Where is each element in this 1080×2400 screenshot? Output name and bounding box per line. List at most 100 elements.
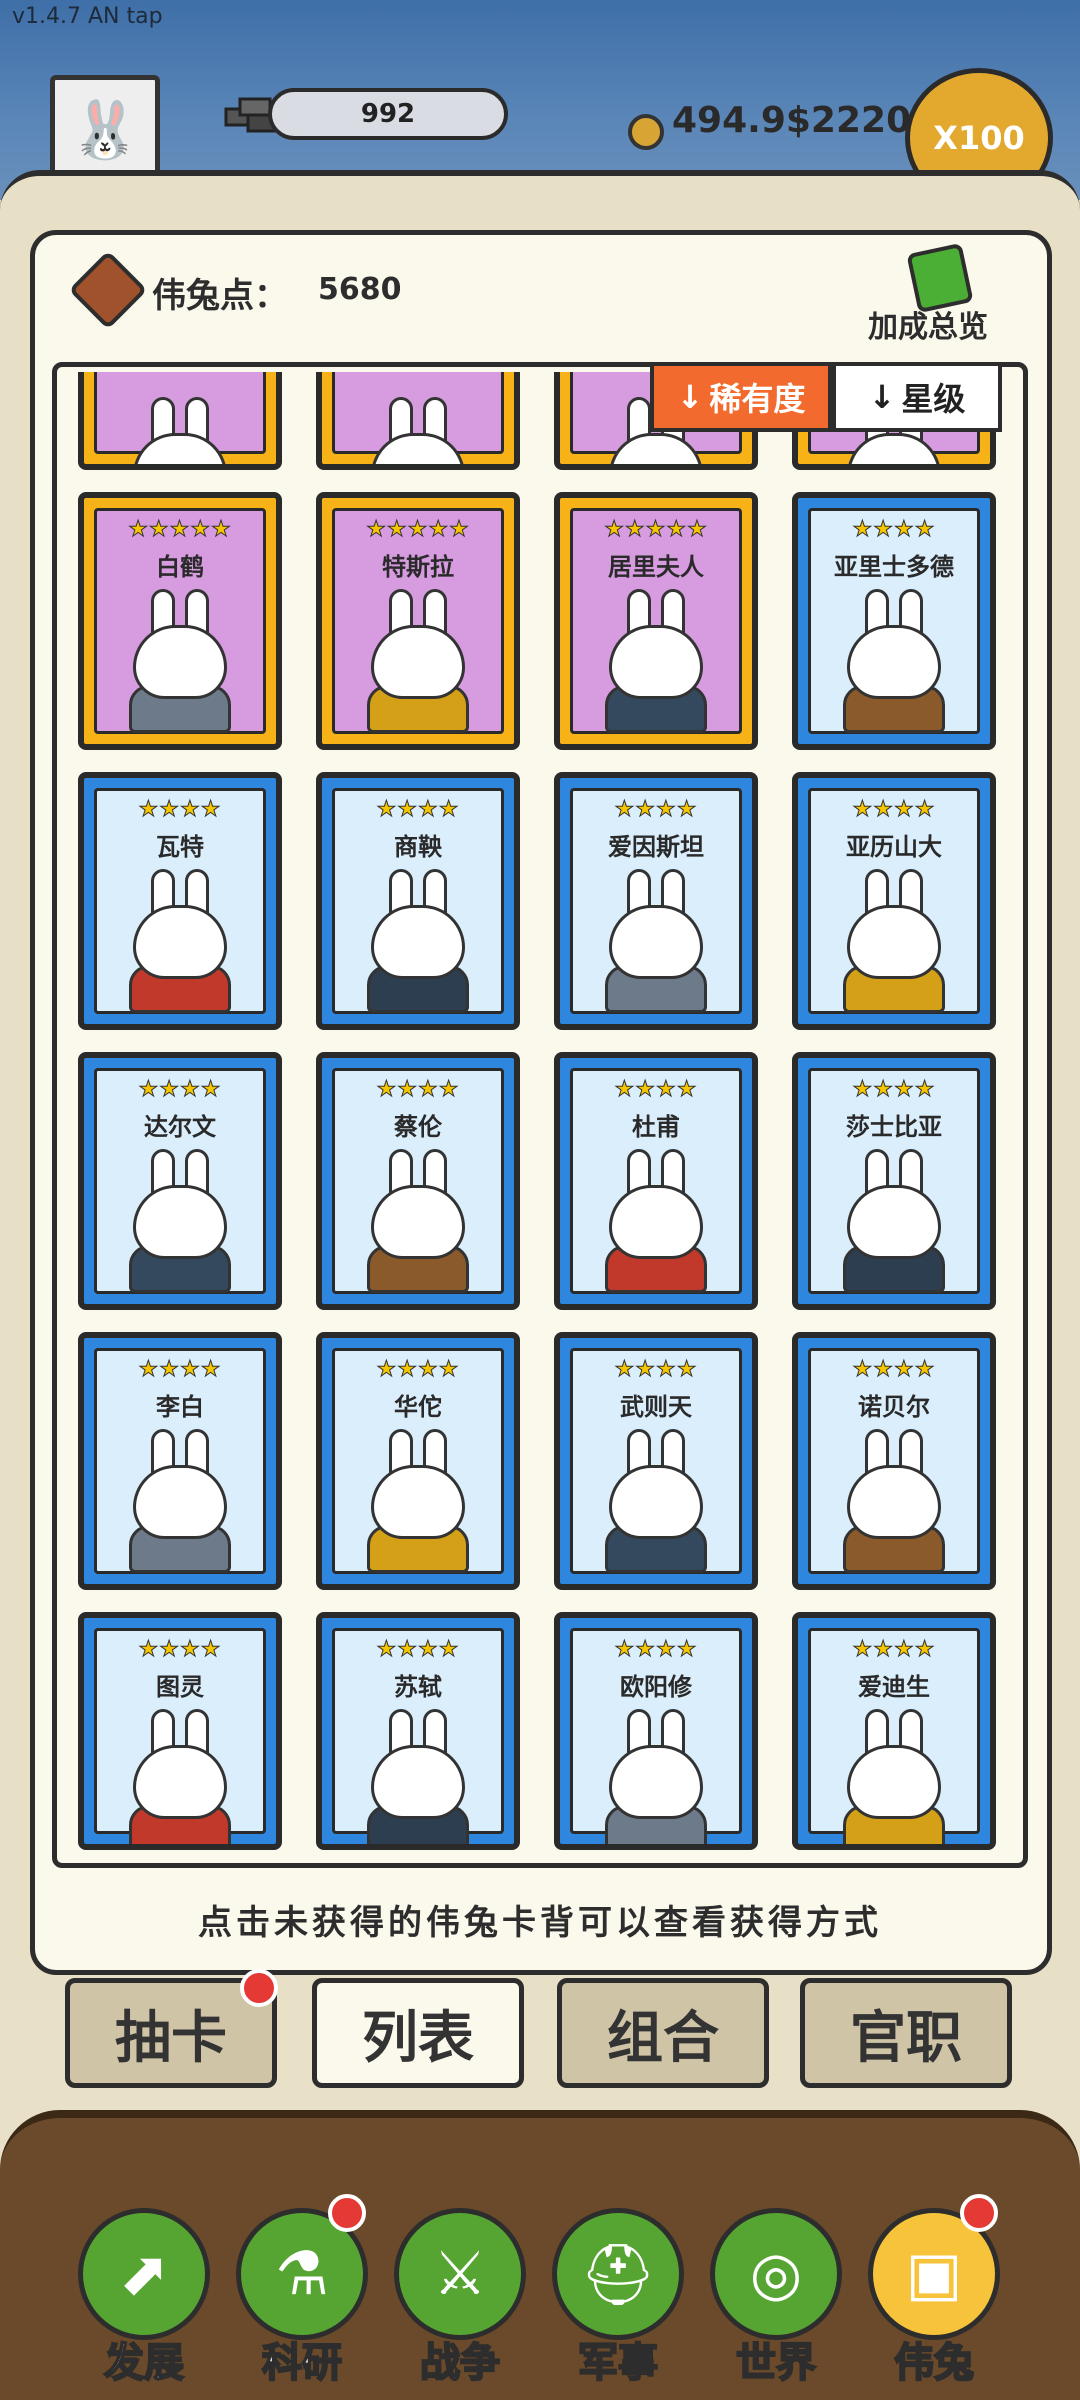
- card-art: ★★★★ 亚历山大: [808, 788, 980, 1014]
- nav-label: 发展: [103, 2339, 185, 2387]
- rabbit-head: [847, 433, 941, 464]
- sort-by-rarity-button[interactable]: ↓ 稀有度: [650, 362, 832, 432]
- card-art: ★★★★ 华佗: [332, 1348, 504, 1574]
- nav-research[interactable]: ⚗ 科研: [232, 2194, 372, 2387]
- tab-combination[interactable]: 组合: [557, 1978, 769, 2088]
- rabbit-head: [847, 1185, 941, 1259]
- rabbit-head: [609, 1465, 703, 1539]
- star-rating: ★★★★: [138, 1637, 222, 1663]
- rabbit-card[interactable]: ★★★★ 商鞅: [316, 772, 520, 1030]
- rabbit-card[interactable]: ★★★★★ 白鹤: [78, 492, 282, 750]
- bonus-overview-button[interactable]: 加成总览: [868, 302, 988, 346]
- rabbit-avatar-icon: 🐰: [70, 98, 140, 163]
- star-rating: ★★★★: [852, 1357, 936, 1383]
- card-name: 莎士比亚: [846, 1113, 942, 1141]
- rabbit-card[interactable]: ★★★★ 蔡伦: [316, 1052, 520, 1310]
- notification-badge: [960, 2194, 998, 2232]
- player-avatar[interactable]: 🐰: [50, 75, 160, 185]
- card-art: ★★★★ 诺贝尔: [808, 1348, 980, 1574]
- card-name: 华佗: [394, 1393, 442, 1421]
- card-name: 武则天: [620, 1393, 692, 1421]
- rabbit-head: [133, 1465, 227, 1539]
- card-art: ★★★★ 李白: [94, 1348, 266, 1574]
- star-rating: ★★★★: [614, 797, 698, 823]
- rabbit-head: [133, 625, 227, 699]
- card-art: ★★★★ 苏轼: [332, 1628, 504, 1844]
- rabbit-card[interactable]: ★★★★ 欧阳修: [554, 1612, 758, 1850]
- rabbit-head: [133, 905, 227, 979]
- card-art: ★★★★ 爱因斯坦: [570, 788, 742, 1014]
- star-rating: ★★★★: [852, 517, 936, 543]
- rabbit-illustration: [601, 589, 711, 733]
- card-name: 白鹤: [156, 553, 204, 581]
- sort-by-star-button[interactable]: ↓ 星级: [832, 362, 1002, 432]
- rabbit-card[interactable]: ★★★★ 爱迪生: [792, 1612, 996, 1850]
- rabbit-head: [847, 1745, 941, 1819]
- tab-official-post[interactable]: 官职: [800, 1978, 1012, 2088]
- card-name: 爱因斯坦: [608, 833, 704, 861]
- rabbit-card[interactable]: ★★★★ 亚历山大: [792, 772, 996, 1030]
- nav-label: 伟兔: [893, 2339, 975, 2387]
- rabbit-illustration: [839, 1429, 949, 1573]
- notification-badge: [240, 1969, 278, 2007]
- card-art: ★★★★ 瓦特: [94, 788, 266, 1014]
- nav-world[interactable]: ◎ 世界: [706, 2200, 846, 2387]
- card-name: 居里夫人: [608, 553, 704, 581]
- star-rating: ★★★★: [376, 797, 460, 823]
- rabbit-card[interactable]: ★★★★ 莎士比亚: [792, 1052, 996, 1310]
- card-art: ★★★★ 武则天: [570, 1348, 742, 1574]
- globe-icon: ◎: [710, 2208, 842, 2340]
- rabbit-illustration: [601, 869, 711, 1013]
- rabbit-illustration: [363, 869, 473, 1013]
- nav-great-rabbit[interactable]: ▣ 伟兔: [864, 2194, 1004, 2387]
- rabbit-head: [371, 433, 465, 464]
- tab-list[interactable]: 列表: [312, 1978, 524, 2088]
- tab-label: 组合: [607, 2005, 719, 2071]
- card-name: 苏轼: [394, 1673, 442, 1701]
- rabbit-illustration: [601, 1709, 711, 1844]
- rabbit-card[interactable]: ★★★★★ 居里夫人: [554, 492, 758, 750]
- nav-label: 战争: [419, 2339, 501, 2387]
- rabbit-illustration: [363, 1709, 473, 1844]
- rabbit-head: [609, 625, 703, 699]
- rabbit-illustration: [601, 1149, 711, 1293]
- rabbit-card[interactable]: ★★★★ 武则天: [554, 1332, 758, 1590]
- rabbit-card[interactable]: ★★★★ 图灵: [78, 1612, 282, 1850]
- nav-develop[interactable]: ⬈ 发展: [74, 2200, 214, 2387]
- nav-military[interactable]: ⛑ 军事: [548, 2200, 688, 2387]
- rabbit-head: [371, 905, 465, 979]
- rabbit-card[interactable]: ★★★★ 苏轼: [316, 1612, 520, 1850]
- star-rating: ★★★★: [138, 797, 222, 823]
- rabbit-illustration: [839, 589, 949, 733]
- card-art: ★★★★ 亚里士多德: [808, 508, 980, 734]
- rabbit-card[interactable]: ★★★★ 瓦特: [78, 772, 282, 1030]
- card-art: ★★★★ 爱迪生: [808, 1628, 980, 1844]
- rabbit-head: [371, 1745, 465, 1819]
- tab-draw-card[interactable]: 抽卡: [65, 1969, 278, 2088]
- nav-label: 军事: [577, 2339, 659, 2387]
- rabbit-card[interactable]: ★★★★ 李白: [78, 1332, 282, 1590]
- multiplier-label: X100: [933, 119, 1025, 157]
- card-art: ★★★★★ 居里夫人: [570, 508, 742, 734]
- rabbit-head: [133, 433, 227, 464]
- rabbit-card[interactable]: ★★★★ 亚里士多德: [792, 492, 996, 750]
- rabbit-head: [609, 1745, 703, 1819]
- rabbit-card[interactable]: ★★★★ 华佗: [316, 1332, 520, 1590]
- rabbit-head: [133, 1185, 227, 1259]
- star-rating: ★★★★: [614, 1637, 698, 1663]
- rabbit-illustration: [125, 869, 235, 1013]
- rabbit-card[interactable]: ★★★★★ 特斯拉: [316, 492, 520, 750]
- rabbit-card[interactable]: ★★★★ 诺贝尔: [792, 1332, 996, 1590]
- card-art: ★★★★ 欧阳修: [570, 1628, 742, 1844]
- rabbit-card[interactable]: ★★★★ 爱因斯坦: [554, 772, 758, 1030]
- rabbit-illustration: [363, 397, 473, 464]
- arrow-down-icon: ↓: [868, 378, 896, 416]
- rabbit-card[interactable]: ★★★★ 杜甫: [554, 1052, 758, 1310]
- rabbit-card[interactable]: ★★★★ 达尔文: [78, 1052, 282, 1310]
- helmet-icon: ⛑: [552, 2208, 684, 2340]
- star-rating: ★★★★★: [604, 517, 708, 543]
- card-name: 瓦特: [156, 833, 204, 861]
- nav-war[interactable]: ⚔ 战争: [390, 2200, 530, 2387]
- points-value: 5680: [318, 272, 402, 307]
- card-art: ★★★★ 杜甫: [570, 1068, 742, 1294]
